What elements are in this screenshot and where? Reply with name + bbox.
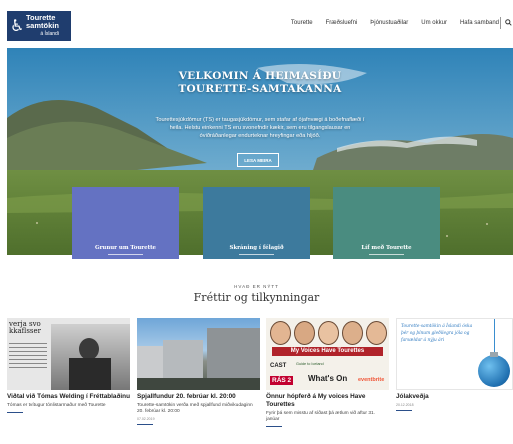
- news-card-image: verja svo kkaflsser: [7, 318, 130, 390]
- news-eyebrow: HVAÐ ER NÝTT: [234, 284, 279, 289]
- read-more-button[interactable]: LESA MEIRA: [237, 153, 279, 167]
- tile-skraning[interactable]: Skráning í félagið: [203, 187, 310, 259]
- eventbrite-logo: eventbrite: [358, 377, 385, 383]
- whats-on-logo: What's On: [308, 374, 348, 383]
- site-header: ♿ Tourette samtökin á Íslandi Tourette F…: [0, 0, 513, 48]
- news-card[interactable]: Tourette-samtökin á Íslandi óska þér og …: [396, 318, 513, 411]
- tile-label: Líf með Tourette: [361, 245, 412, 251]
- newspaper-columns: [9, 340, 47, 386]
- news-card-title[interactable]: Viðtal við Tómas Welding í Fréttablaðinu: [7, 393, 130, 401]
- tile-divider: [369, 254, 404, 255]
- ras2-logo: RÁS 2: [270, 376, 294, 385]
- news-card-date: 07.02.2019: [137, 417, 155, 421]
- main-nav: Tourette Fræðsluefni Þjónustuaðilar Um o…: [278, 20, 499, 26]
- tile-divider: [108, 254, 143, 255]
- cast-faces: [270, 321, 387, 345]
- newspaper-headline: verja svo kkaflsser: [9, 320, 41, 335]
- site-logo[interactable]: ♿ Tourette samtökin á Íslandi: [7, 11, 71, 41]
- tile-label: Grunur um Tourette: [94, 245, 156, 251]
- news-card-excerpt: Tourette-samtökin verða með spjallfund m…: [137, 403, 253, 414]
- news-card-date: 20.12.2018: [396, 403, 414, 407]
- nav-item-um-okkur[interactable]: Um okkur: [421, 20, 447, 26]
- logo-line3: á Íslandi: [40, 31, 59, 37]
- news-card-title[interactable]: Spjallfundur 20. febrúar kl. 20:00: [137, 393, 260, 401]
- greeting-text: Tourette-samtökin á Íslandi óska þér og …: [401, 324, 473, 343]
- logo-line2: samtökin: [26, 21, 59, 30]
- news-card-title[interactable]: Önnur hópferð á My voices Have Tourettes: [266, 393, 389, 409]
- hero-description: Tourettesjúkdómur (TS) er taugasjúkdómur…: [155, 117, 365, 139]
- banner-text: My Voices Have Tourettes: [272, 347, 383, 356]
- news-card-rule: [7, 412, 23, 413]
- news-card-image: Tourette-samtökin á Íslandi óska þér og …: [396, 318, 513, 390]
- guide-logo: Guide to Iceland: [296, 362, 324, 366]
- tile-grunur-um-tourette[interactable]: Grunur um Tourette: [72, 187, 179, 259]
- news-card-image: My Voices Have Tourettes CAST Guide to I…: [266, 318, 389, 390]
- search-icon: [505, 19, 512, 26]
- news-card[interactable]: Spjallfundur 20. febrúar kl. 20:00 Toure…: [137, 318, 260, 425]
- hero-title-line1: VELKOMIN Á HEIMASÍÐU: [178, 70, 342, 82]
- hero-title-line2: TOURETTE-SAMTAKANNA: [178, 83, 342, 95]
- nav-item-fraedsluefni[interactable]: Fræðsluefni: [326, 20, 358, 26]
- news-card-rule: [396, 410, 412, 411]
- ornament-icon: [478, 355, 510, 387]
- ornament-cap: [490, 352, 498, 357]
- nav-item-thjonustuadilar[interactable]: Þjónustuaðilar: [370, 20, 408, 26]
- nav-item-hafa-samband[interactable]: Hafa samband: [460, 20, 499, 26]
- portrait-photo: [51, 324, 130, 390]
- news-card-rule: [137, 424, 153, 425]
- news-card-excerpt: Fyrir þá sem misstu af síðast þá ætlum v…: [266, 411, 376, 422]
- logo-figure-icon: ♿: [10, 16, 25, 35]
- news-card[interactable]: verja svo kkaflsser Viðtal við Tómas Wel…: [7, 318, 130, 413]
- tile-lif-med-tourette[interactable]: Líf með Tourette: [333, 187, 440, 259]
- search-button[interactable]: [500, 17, 513, 29]
- news-card-title[interactable]: Jólakveðja: [396, 393, 513, 401]
- news-card-rule: [266, 426, 282, 427]
- cast-logo: CAST: [270, 363, 287, 369]
- logo-text: Tourette samtökin á Íslandi: [26, 14, 59, 38]
- tile-divider: [239, 254, 274, 255]
- tile-label: Skráning í félagið: [229, 245, 284, 251]
- news-card[interactable]: My Voices Have Tourettes CAST Guide to I…: [266, 318, 389, 427]
- news-card-excerpt: Tómas er tvítugur tónlistarmaður með Tou…: [7, 403, 106, 408]
- news-section-title: Fréttir og tilkynningar: [193, 291, 320, 304]
- hero-title: VELKOMIN Á HEIMASÍÐU TOURETTE-SAMTAKANNA: [7, 70, 513, 96]
- news-card-image: [137, 318, 260, 390]
- nav-item-tourette[interactable]: Tourette: [291, 20, 313, 26]
